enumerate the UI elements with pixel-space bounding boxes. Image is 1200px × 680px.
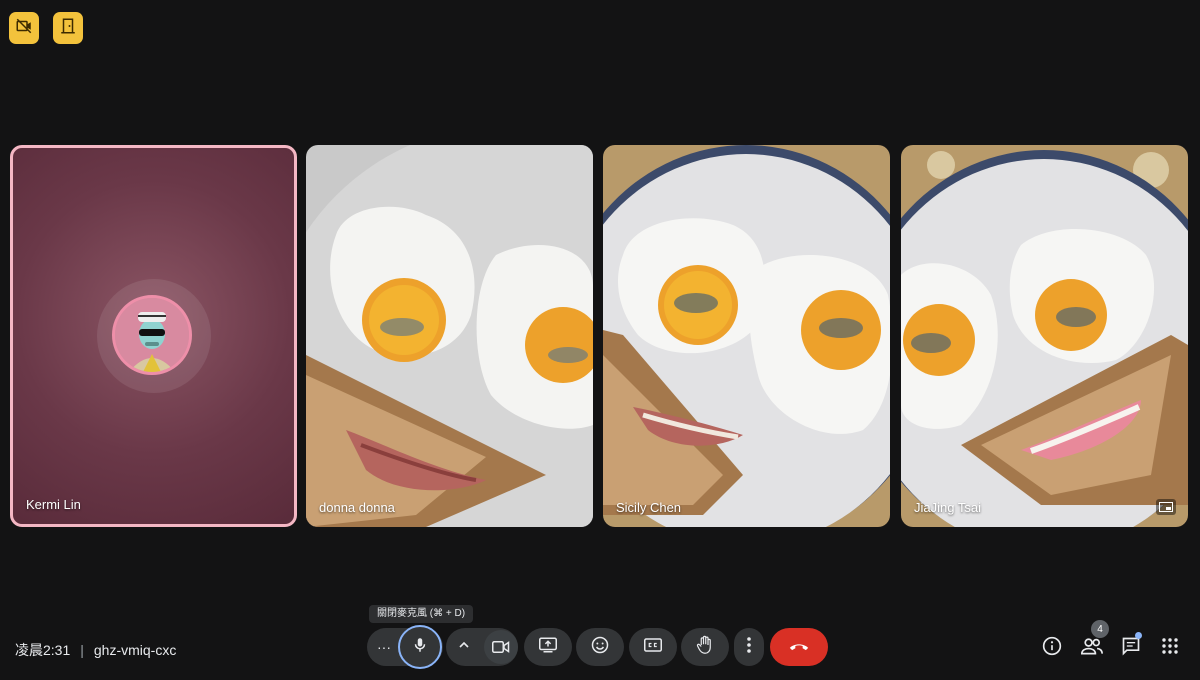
people-button[interactable]	[1080, 636, 1104, 660]
separator: |	[80, 642, 84, 658]
present-screen-icon	[539, 637, 557, 658]
meeting-info: 凌晨2:31 | ghz-vmiq-cxc	[15, 640, 176, 660]
door-badge[interactable]	[53, 12, 83, 44]
more-vert-icon	[747, 636, 751, 658]
meeting-time: 凌晨2:31	[15, 642, 71, 658]
audio-options-button[interactable]: ···	[377, 639, 391, 655]
present-button[interactable]	[524, 628, 572, 666]
people-icon	[1080, 637, 1103, 660]
meeting-details-button[interactable]	[1040, 636, 1064, 660]
video-feed	[901, 145, 1188, 527]
chat-icon	[1121, 636, 1141, 661]
chat-notification-dot	[1135, 632, 1142, 639]
video-feed	[306, 145, 593, 527]
apps-grid-icon	[1162, 637, 1178, 659]
mic-tooltip: 關閉麥克風 (⌘ + D)	[369, 605, 474, 623]
reactions-button[interactable]	[576, 628, 624, 666]
participant-tile[interactable]: JiaJing Tsai	[901, 145, 1188, 527]
hand-icon	[696, 635, 714, 660]
activities-button[interactable]	[1158, 636, 1182, 660]
camera-icon	[492, 641, 510, 653]
pip-icon[interactable]	[1156, 499, 1176, 515]
leave-call-button[interactable]	[770, 628, 828, 666]
door-icon	[59, 17, 77, 40]
raise-hand-button[interactable]	[681, 628, 729, 666]
no-camera-icon	[15, 17, 33, 40]
participant-name: JiaJing Tsai	[914, 500, 981, 515]
camera-group	[446, 628, 518, 666]
chat-button[interactable]	[1119, 636, 1143, 660]
participant-tile[interactable]: Sicily Chen	[603, 145, 890, 527]
video-options-chevron-icon[interactable]	[458, 638, 470, 656]
avatar	[112, 295, 192, 375]
video-feed	[603, 145, 890, 527]
participant-name: donna donna	[319, 500, 395, 515]
mic-button[interactable]	[398, 625, 442, 669]
info-icon	[1042, 636, 1062, 661]
captions-icon	[644, 637, 662, 657]
meeting-code: ghz-vmiq-cxc	[93, 642, 177, 658]
participant-tile[interactable]: donna donna	[306, 145, 593, 527]
no-camera-badge[interactable]	[9, 12, 39, 44]
more-options-button[interactable]	[734, 628, 764, 666]
hang-up-icon	[788, 638, 810, 656]
microphone-icon	[411, 636, 429, 659]
participant-name: Kermi Lin	[26, 497, 81, 512]
camera-button[interactable]	[484, 630, 518, 664]
emoji-icon	[591, 636, 609, 659]
captions-button[interactable]	[629, 628, 677, 666]
participant-name: Sicily Chen	[616, 500, 682, 515]
participant-tile[interactable]: Kermi Lin	[10, 145, 297, 527]
